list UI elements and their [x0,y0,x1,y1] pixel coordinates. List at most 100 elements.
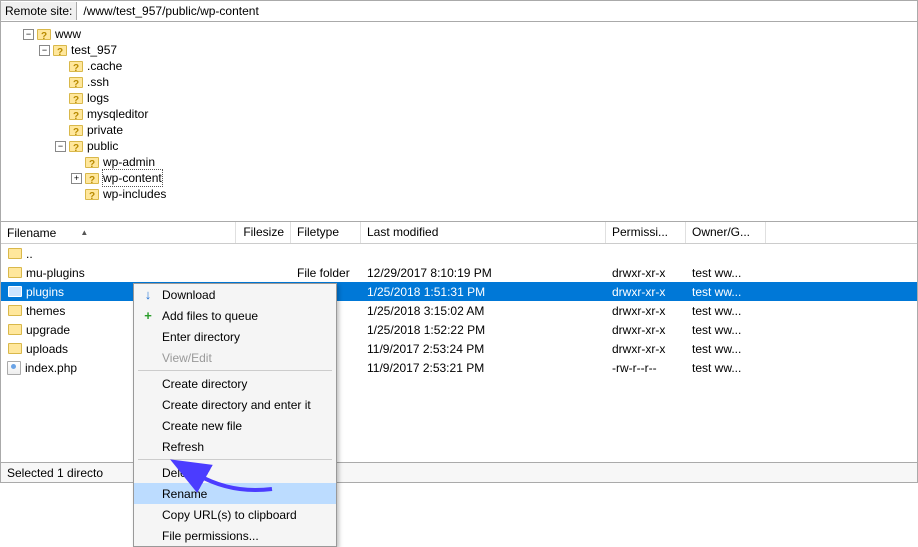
col-filesize[interactable]: Filesize [236,222,291,243]
file-icon [7,361,21,375]
file-modified: 1/25/2018 1:52:22 PM [361,321,606,339]
tree-item-label: .ssh [87,74,109,90]
ctx-enter-directory[interactable]: Enter directory [134,326,336,347]
file-permissions [606,252,686,256]
folder-icon [84,187,100,201]
tree-item-label: .cache [87,58,122,74]
ctx-refresh[interactable]: Refresh [134,436,336,457]
tree-item-label: wp-includes [103,186,166,202]
ctx-separator [138,370,332,371]
file-modified: 11/9/2017 2:53:21 PM [361,359,606,377]
ctx-view-edit: View/Edit [134,347,336,368]
tree-item[interactable]: − test_957 [7,42,911,58]
file-modified: 1/25/2018 1:51:31 PM [361,283,606,301]
remote-site-path[interactable]: /www/test_957/public/wp-content [77,2,917,20]
tree-item[interactable]: wp-includes [7,186,911,202]
col-lastmodified[interactable]: Last modified [361,222,606,243]
col-owner[interactable]: Owner/G... [686,222,766,243]
folder-icon [36,27,52,41]
folder-icon [7,285,23,299]
file-owner [686,252,766,256]
sort-asc-icon: ▲ [80,228,88,237]
file-name: .. [26,247,33,261]
folder-icon [68,123,84,137]
tree-expand-icon[interactable]: − [23,29,34,40]
tree-item-label: logs [87,90,109,106]
directory-tree[interactable]: −www−test_957.cache.sshlogsmysqleditorpr… [0,22,918,222]
folder-icon [7,342,23,356]
table-row[interactable]: .. [1,244,917,263]
ctx-download[interactable]: ↓Download [134,284,336,305]
file-owner: test ww... [686,283,766,301]
file-name: plugins [26,285,64,299]
file-modified: 1/25/2018 3:15:02 AM [361,302,606,320]
tree-expand-icon[interactable]: − [55,141,66,152]
tree-item[interactable]: logs [7,90,911,106]
ctx-delete[interactable]: Delete [134,462,336,483]
file-owner: test ww... [686,302,766,320]
folder-icon [68,59,84,73]
file-list-header[interactable]: Filename▲ Filesize Filetype Last modifie… [1,222,917,244]
tree-item[interactable]: .cache [7,58,911,74]
folder-icon [68,75,84,89]
context-menu: ↓Download +Add files to queue Enter dire… [133,283,337,547]
tree-item-label: wp-admin [103,154,155,170]
tree-item[interactable]: + wp-content [7,170,911,186]
file-modified [361,252,606,256]
folder-icon [84,171,100,185]
file-size [236,252,291,256]
ctx-file-permissions[interactable]: File permissions... [134,525,336,546]
ctx-create-directory[interactable]: Create directory [134,373,336,394]
tree-item[interactable]: private [7,122,911,138]
folder-icon [7,304,23,318]
folder-icon [68,107,84,121]
file-permissions: drwxr-xr-x [606,340,686,358]
table-row[interactable]: mu-pluginsFile folder12/29/2017 8:10:19 … [1,263,917,282]
tree-item[interactable]: wp-admin [7,154,911,170]
tree-item[interactable]: − public [7,138,911,154]
col-filename[interactable]: Filename▲ [1,222,236,243]
file-name: upgrade [26,323,70,337]
ctx-copy-url[interactable]: Copy URL(s) to clipboard [134,504,336,525]
folder-icon [7,247,23,261]
tree-item-label: private [87,122,123,138]
remote-site-label: Remote site: [1,2,77,20]
file-modified: 11/9/2017 2:53:24 PM [361,340,606,358]
file-owner: test ww... [686,264,766,282]
col-filetype[interactable]: Filetype [291,222,361,243]
ctx-rename[interactable]: Rename [134,483,336,504]
tree-item[interactable]: mysqleditor [7,106,911,122]
remote-site-bar: Remote site: /www/test_957/public/wp-con… [0,0,918,22]
folder-icon [52,43,68,57]
tree-item-label: mysqleditor [87,106,148,122]
file-name: index.php [25,361,77,375]
file-size [236,271,291,275]
file-permissions: drwxr-xr-x [606,302,686,320]
tree-item[interactable]: .ssh [7,74,911,90]
download-icon: ↓ [140,287,156,303]
file-permissions: drwxr-xr-x [606,321,686,339]
file-name: themes [26,304,65,318]
tree-expand-icon[interactable]: + [71,173,82,184]
file-name: uploads [26,342,68,356]
tree-item-label: test_957 [71,42,117,58]
ctx-create-directory-enter[interactable]: Create directory and enter it [134,394,336,415]
tree-item-label: wp-content [103,170,162,186]
ctx-create-new-file[interactable]: Create new file [134,415,336,436]
file-owner: test ww... [686,321,766,339]
file-owner: test ww... [686,340,766,358]
ctx-add-to-queue[interactable]: +Add files to queue [134,305,336,326]
col-permissions[interactable]: Permissi... [606,222,686,243]
folder-icon [68,139,84,153]
folder-icon [68,91,84,105]
file-permissions: drwxr-xr-x [606,283,686,301]
file-permissions: -rw-r--r-- [606,359,686,377]
folder-icon [7,323,23,337]
file-name: mu-plugins [26,266,85,280]
tree-expand-icon[interactable]: − [39,45,50,56]
tree-item-label: public [87,138,118,154]
tree-item[interactable]: − www [7,26,911,42]
tree-item-label: www [55,26,81,42]
add-icon: + [140,308,156,324]
folder-icon [84,155,100,169]
